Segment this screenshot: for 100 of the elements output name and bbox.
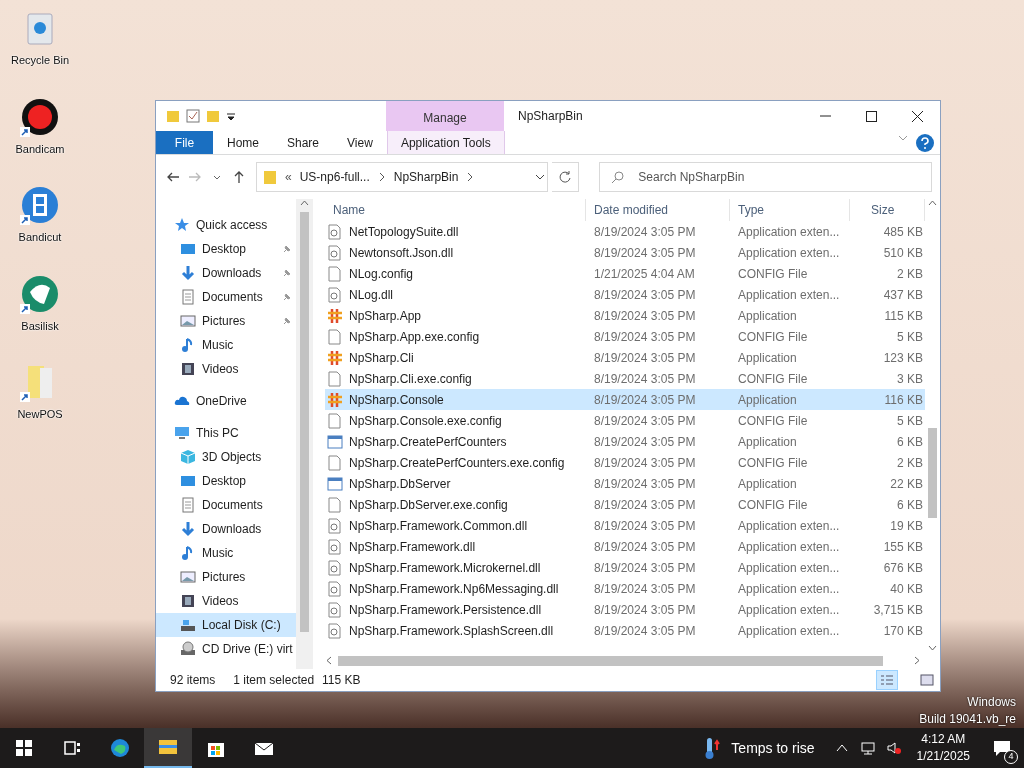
notification-button[interactable]: 4 xyxy=(980,728,1024,768)
file-row[interactable]: NLog.config 1/21/2025 4:04 AM CONFIG File 2 KB xyxy=(325,263,925,284)
activation-notice: Windows xyxy=(967,694,1016,711)
file-row[interactable]: NpSharp.Framework.Microkernel.dll 8/19/2024 3:05 PM Application exten... 676 KB xyxy=(325,557,925,578)
date-modified: 8/19/2024 3:05 PM xyxy=(593,349,697,367)
file-row[interactable]: NpSharp.Cli.exe.config 8/19/2024 3:05 PM CONFIG File 3 KB xyxy=(325,368,925,389)
file-row[interactable]: NetTopologySuite.dll 8/19/2024 3:05 PM Application exten... 485 KB xyxy=(325,221,925,242)
nav-item[interactable]: Documents xyxy=(156,493,296,517)
clock-time[interactable]: 4:12 AM xyxy=(921,731,966,748)
breadcrumb-overflow[interactable]: « xyxy=(285,168,292,186)
film-icon xyxy=(180,361,196,377)
desktop-icon-label[interactable]: Bandicam xyxy=(15,140,65,157)
scrollbar[interactable] xyxy=(296,199,313,669)
column-header[interactable]: Type xyxy=(730,199,850,221)
ribbon-tab[interactable]: Share xyxy=(273,131,334,154)
file-type: Application exten... xyxy=(737,286,841,304)
file-row[interactable]: NpSharp.Framework.dll 8/19/2024 3:05 PM Application exten... 155 KB xyxy=(325,536,925,557)
file-size: 5 KB xyxy=(896,412,924,430)
ribbon-tab[interactable]: Application Tools xyxy=(386,131,505,154)
taskbar-button[interactable] xyxy=(144,728,192,768)
speaker-muted-icon[interactable] xyxy=(885,740,902,756)
file-size: 6 KB xyxy=(896,433,924,451)
details-view-icon xyxy=(880,674,894,686)
ribbon-tab[interactable]: Home xyxy=(213,131,273,154)
file-row[interactable]: NpSharp.Console 8/19/2024 3:05 PM Application 116 KB xyxy=(325,389,925,410)
address-bar[interactable]: « US-np6-full... NpSharpBin xyxy=(256,162,549,192)
file-size: 40 KB xyxy=(889,580,924,598)
desktop-icon-label[interactable]: Recycle Bin xyxy=(10,52,70,69)
record-icon[interactable] xyxy=(20,96,60,137)
nav-item[interactable]: Desktop xyxy=(156,237,296,261)
column-header[interactable]: Date modified xyxy=(586,199,730,221)
properties-icon[interactable] xyxy=(186,109,200,123)
nav-item[interactable]: Documents xyxy=(156,285,296,309)
nav-item[interactable]: Downloads xyxy=(156,517,296,541)
nav-item[interactable]: Videos xyxy=(156,589,296,613)
network-icon[interactable] xyxy=(859,740,876,756)
dll-file-icon xyxy=(327,538,343,555)
file-row[interactable]: NpSharp.Framework.Np6Messaging.dll 8/19/2024 3:05 PM Application exten... 40 KB xyxy=(325,578,925,599)
cube-icon xyxy=(180,449,196,465)
search-field[interactable]: Search NpSharpBin xyxy=(599,162,932,192)
nav-item[interactable]: OneDrive xyxy=(156,389,296,413)
details-view-button[interactable] xyxy=(876,670,898,690)
context-tab-group-label: Manage xyxy=(386,101,504,131)
file-row[interactable]: NpSharp.App.exe.config 8/19/2024 3:05 PM CONFIG File 5 KB xyxy=(325,326,925,347)
desktop-icon-label[interactable]: Bandicut xyxy=(18,229,62,246)
date-modified: 8/19/2024 3:05 PM xyxy=(593,244,697,262)
file-row[interactable]: NpSharp.Framework.Persistence.dll 8/19/2024 3:05 PM Application exten... 3,715 KB xyxy=(325,599,925,620)
nav-item[interactable]: Music xyxy=(156,541,296,565)
file-row[interactable]: NLog.dll 8/19/2024 3:05 PM Application exten... 437 KB xyxy=(325,284,925,305)
dll-file-icon xyxy=(327,601,343,618)
nav-item[interactable]: Quick access xyxy=(156,213,296,237)
blank-file-icon xyxy=(327,412,343,429)
date-modified: 8/19/2024 3:05 PM xyxy=(593,370,697,388)
file-type: CONFIG File xyxy=(737,454,809,472)
file-row[interactable]: NpSharp.Framework.SplashScreen.dll 8/19/2024 3:05 PM Application exten... 170 KB xyxy=(325,620,925,641)
file-size: 123 KB xyxy=(882,349,924,367)
nav-item[interactable]: Pictures xyxy=(156,565,296,589)
file-row[interactable]: NpSharp.DbServer 8/19/2024 3:05 PM Application 22 KB xyxy=(325,473,925,494)
file-row[interactable]: NpSharp.DbServer.exe.config 8/19/2024 3:05 PM CONFIG File 6 KB xyxy=(325,494,925,515)
breadcrumb[interactable]: NpSharpBin xyxy=(393,168,459,186)
chevron-right-icon[interactable] xyxy=(377,172,386,182)
desktop-icon-label[interactable]: NewPOS xyxy=(17,406,63,423)
file-row[interactable]: NpSharp.CreatePerfCounters.exe.config 8/19/2024 3:05 PM CONFIG File 2 KB xyxy=(325,452,925,473)
weather-text[interactable]: Temps to rise xyxy=(731,737,815,759)
file-row[interactable]: NpSharp.Cli 8/19/2024 3:05 PM Application 123 KB xyxy=(325,347,925,368)
file-row[interactable]: NpSharp.Console.exe.config 8/19/2024 3:05 PM CONFIG File 5 KB xyxy=(325,410,925,431)
file-type: Application exten... xyxy=(737,244,841,262)
column-header[interactable]: Size xyxy=(850,199,925,221)
file-size: 3 KB xyxy=(896,370,924,388)
nav-item[interactable]: This PC xyxy=(156,421,296,445)
ribbon-tab[interactable]: View xyxy=(333,131,387,154)
file-name: NpSharp.Cli.exe.config xyxy=(349,370,472,388)
column-header[interactable]: Name xyxy=(325,199,586,221)
nav-item[interactable]: Videos xyxy=(156,357,296,381)
chevron-right-icon[interactable] xyxy=(466,172,475,182)
clock-date[interactable]: 1/21/2025 xyxy=(916,748,970,765)
breadcrumb[interactable]: US-np6-full... xyxy=(299,168,370,186)
nav-item[interactable]: Desktop xyxy=(156,469,296,493)
desktop-icon-label[interactable]: Basilisk xyxy=(21,317,59,334)
download-icon xyxy=(180,265,196,281)
help-button[interactable] xyxy=(916,133,934,152)
scrollbar-thumb[interactable] xyxy=(300,212,309,632)
file-row[interactable]: NpSharp.Framework.Common.dll 8/19/2024 3:05 PM Application exten... 19 KB xyxy=(325,515,925,536)
desktop-icon xyxy=(180,473,196,489)
nav-item[interactable]: Downloads xyxy=(156,261,296,285)
scrollbar-thumb[interactable] xyxy=(928,428,937,518)
nav-item[interactable]: Local Disk (C:) xyxy=(156,613,296,637)
nav-item[interactable]: CD Drive (E:) virt xyxy=(156,637,296,661)
file-type: Application xyxy=(737,349,798,367)
scrollbar[interactable] xyxy=(925,199,940,652)
dll-file-icon xyxy=(327,286,343,303)
ribbon-tab[interactable]: File xyxy=(156,131,213,154)
file-row[interactable]: NpSharp.App 8/19/2024 3:05 PM Application 115 KB xyxy=(325,305,925,326)
film-strip-icon[interactable] xyxy=(20,185,60,225)
scrollbar-thumb[interactable] xyxy=(338,655,883,666)
nav-item[interactable]: Pictures xyxy=(156,309,296,333)
nav-item[interactable]: 3D Objects xyxy=(156,445,296,469)
file-row[interactable]: Newtonsoft.Json.dll 8/19/2024 3:05 PM Application exten... 510 KB xyxy=(325,242,925,263)
file-row[interactable]: NpSharp.CreatePerfCounters 8/19/2024 3:05 PM Application 6 KB xyxy=(325,431,925,452)
nav-item[interactable]: Music xyxy=(156,333,296,357)
